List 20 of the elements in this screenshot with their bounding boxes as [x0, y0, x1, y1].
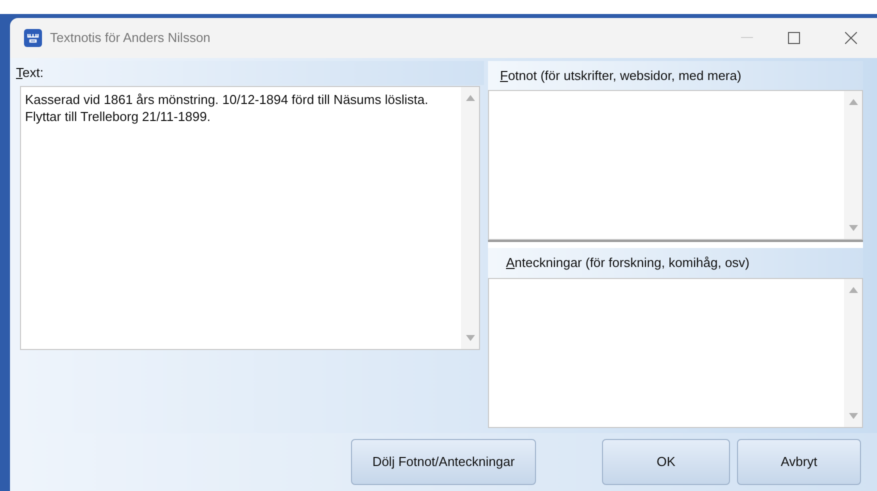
text-area[interactable] — [488, 278, 863, 428]
notes-label: Anteckningar (för forskning, komihåg, osv) — [506, 254, 750, 272]
app-icon — [24, 29, 42, 47]
text-label: Text: — [16, 64, 44, 82]
cancel-button[interactable]: Avbryt — [737, 439, 861, 485]
scroll-down-icon[interactable] — [848, 413, 858, 419]
scroll-up-icon[interactable] — [848, 287, 858, 293]
scroll-up-icon[interactable] — [848, 99, 858, 105]
text-area[interactable]: Kasserad vid 1861 års mönstring. 10/12-1894 förd till Näsums löslista. Flyttar till Trelleborg 21/11-1899. — [20, 86, 480, 350]
close-icon[interactable] — [845, 32, 857, 44]
scroll-up-icon[interactable] — [466, 95, 474, 101]
window-title: Textnotis för Anders Nilsson — [50, 29, 210, 48]
splitter[interactable] — [488, 240, 863, 248]
scroll-down-icon[interactable] — [466, 335, 474, 341]
scroll-down-icon[interactable] — [848, 225, 858, 231]
maximize-icon[interactable] — [788, 32, 800, 44]
toggle-button[interactable]: Dölj Fotnot/Anteckningar — [351, 439, 536, 485]
ok-button[interactable]: OK — [602, 439, 730, 485]
minimize-icon[interactable] — [741, 37, 753, 39]
footnote-label: Fotnot (för utskrifter, websidor, med mera) — [500, 66, 742, 85]
